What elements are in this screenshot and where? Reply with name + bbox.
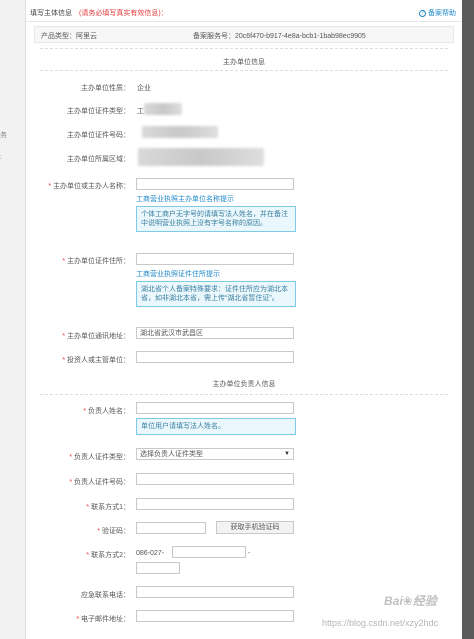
person-name-input[interactable] [136,402,294,414]
emergency-phone-label: 应急联系电话： [81,592,130,599]
person-name-tip: 单位用户请填写法人姓名。 [136,418,296,435]
org-investor-label: * 投资人或主管单位： [62,357,130,364]
org-section-divider [40,70,448,71]
watermark-url: https://blog.csdn.net/xzy2hdc [322,618,439,628]
org-cert-type-value: 工 [137,108,144,115]
contact2-extension-input[interactable] [136,562,180,574]
product-type: 产品类型：阿里云 [41,33,97,40]
form-note: (请务必填写真实有效信息)： [79,10,168,17]
org-name-hint-link[interactable]: 工商营业执照主办单位名称提示 [136,194,234,204]
org-cert-type-label: 主办单位证件类型： [67,108,130,115]
person-section-divider [40,394,448,395]
org-cert-addr-hint-link[interactable]: 工商营业执照证件住所提示 [136,269,220,279]
help-link-label: 备案帮助 [428,10,456,17]
org-name-tip: 个体工商户无字号的请填写法人姓名，并在备注中说明营业执照上没有字号名称的原因。 [136,206,296,232]
redacted-cert-no [142,126,218,138]
org-investor-input[interactable] [136,351,294,363]
org-mail-addr-label: * 主办单位通讯地址： [62,333,130,340]
person-cert-no-input[interactable] [136,473,294,485]
person-cert-type-label: * 负责人证件类型： [69,454,130,461]
person-section-title: 主办单位负责人信息 [212,381,276,388]
emergency-phone-input[interactable] [136,586,294,598]
org-cert-addr-input[interactable] [136,253,294,265]
email-label: * 电子邮件地址： [76,616,130,623]
org-mail-addr-input[interactable]: 湖北省武汉市武昌区 [136,327,294,339]
contact2-number-input[interactable] [172,546,246,558]
org-region-label: 主办单位所属区域： [67,156,130,163]
person-cert-type-selected: 选择负责人证件类型 [140,451,203,458]
org-name-input[interactable] [136,178,294,190]
service-number: 备案服务号：20c6f470-b917-4e8a-bcb1-1bab98ec99… [193,33,366,40]
question-circle-icon: ? [419,9,426,17]
form-header: 填写主体信息 (请务必填写真实有效信息)： ? 备案帮助 [26,0,462,22]
left-panel-text-fragment: : [0,154,2,161]
chevron-down-icon: ▼ [284,451,290,457]
verify-code-label: * 验证码： [97,528,130,535]
org-nature-label: 主办单位性质： [81,85,130,92]
person-cert-type-select[interactable]: 选择负责人证件类型 ▼ [136,448,294,460]
record-form-window: 填写主体信息 (请务必填写真实有效信息)： ? 备案帮助 产品类型：阿里云 备案… [26,0,462,639]
org-info-section [40,48,448,49]
contact1-input[interactable] [136,498,294,510]
get-sms-code-button[interactable]: 获取手机验证码 [216,521,294,534]
product-info-bar: 产品类型：阿里云 备案服务号：20c6f470-b917-4e8a-bcb1-1… [34,26,454,43]
org-name-label: * 主办单位或主办人名称： [48,183,130,190]
help-link[interactable]: ? 备案帮助 [419,8,456,18]
redacted-cert-type [144,103,182,115]
contact2-label: * 联系方式2： [86,552,130,559]
org-cert-addr-label: * 主办单位证件住所： [62,258,130,265]
left-panel-text-fragment: 务 [0,132,7,139]
person-name-label: * 负责人姓名： [83,408,130,415]
contact2-dash: - [248,550,251,557]
verify-code-input[interactable] [136,522,206,534]
email-input[interactable] [136,610,294,622]
form-title: 填写主体信息 [30,10,72,17]
redacted-region [138,148,264,166]
org-cert-addr-tip: 湖北省个人备案特殊要求：证件住所应为湖北本省，如非湖北本省，需上传“湖北省暂住证… [136,281,296,307]
left-background-panel: 务 : [0,0,26,639]
person-cert-no-label: * 负责人证件号码： [69,479,130,486]
org-nature-value: 企业 [137,85,151,92]
contact1-label: * 联系方式1： [86,504,130,511]
org-section-title: 主办单位信息 [223,59,265,66]
org-cert-no-label: 主办单位证件号码： [67,132,130,139]
contact2-prefix: 086-027- [136,550,165,557]
watermark-logo: Bai❀经验 [384,594,437,608]
